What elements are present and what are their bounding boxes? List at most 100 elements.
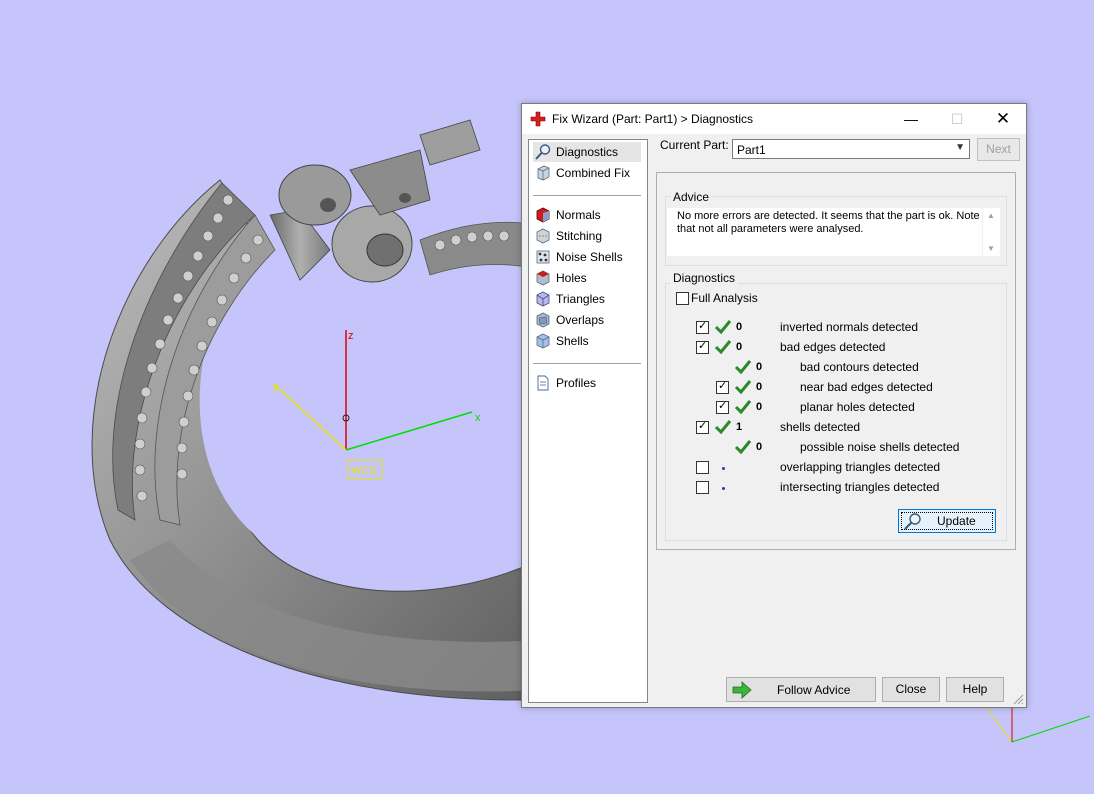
sidebar-item-stitching[interactable]: Stitching [533, 226, 641, 246]
maximize-button[interactable]: ☐ [934, 104, 980, 134]
magnifier-icon [904, 513, 921, 530]
stitching-icon [536, 228, 550, 244]
advice-title: Advice [670, 190, 713, 204]
diag-count: 0 [756, 401, 763, 413]
maximize-icon: ☐ [950, 111, 964, 127]
axis-y-label: y [273, 381, 279, 393]
close-button[interactable]: Close [882, 677, 940, 702]
sidebar-item-holes[interactable]: Holes [533, 268, 641, 288]
close-icon: ✕ [995, 109, 1011, 128]
planar-holes-checkbox[interactable]: ✓ [716, 400, 729, 414]
minimize-icon: — [904, 111, 918, 127]
close-label: Close [895, 682, 927, 696]
ok-check-icon [734, 440, 752, 455]
diag-count: 1 [736, 421, 743, 433]
resize-grip-icon[interactable] [1012, 693, 1024, 705]
help-label: Help [962, 682, 988, 696]
follow-advice-button[interactable]: Follow Advice [726, 677, 876, 702]
ok-check-icon [714, 340, 732, 355]
ring-model [91, 119, 541, 701]
sidebar-item-combined-fix[interactable]: Combined Fix [533, 163, 641, 183]
chevron-down-icon: ▼ [955, 142, 965, 153]
sidebar-item-normals[interactable]: Normals [533, 205, 641, 225]
diag-label: shells detected [780, 420, 861, 434]
next-button-label: Next [986, 142, 1011, 156]
view-triad [984, 705, 1091, 743]
triangles-icon [536, 291, 550, 307]
diag-row-overlapping-triangles: overlapping triangles detected [522, 457, 1026, 477]
cube-icon [537, 165, 550, 181]
diag-count: 0 [756, 361, 763, 373]
intersecting-triangles-checkbox[interactable] [696, 481, 709, 494]
current-part-label: Current Part: [660, 138, 729, 152]
diag-row-inverted-normals: ✓ 0 inverted normals detected [522, 317, 1026, 337]
update-button[interactable]: Update [898, 509, 996, 533]
next-button[interactable]: Next [977, 138, 1020, 161]
diag-label: near bad edges detected [800, 380, 933, 394]
full-analysis-label: Full Analysis [691, 291, 758, 305]
near-bad-edges-checkbox[interactable]: ✓ [716, 380, 729, 394]
advice-scrollbar[interactable]: ▲ ▼ [982, 208, 1000, 256]
ok-check-icon [714, 420, 732, 435]
diag-label: bad contours detected [800, 360, 919, 374]
arrow-right-icon [732, 681, 752, 699]
ok-check-icon [734, 380, 752, 395]
pending-dot-icon [722, 467, 725, 470]
advice-text: No more errors are detected. It seems th… [677, 210, 980, 235]
full-analysis-checkbox[interactable] [676, 292, 689, 305]
minimize-button[interactable]: — [888, 104, 934, 134]
sidebar-item-label: Holes [556, 271, 587, 285]
holes-icon [536, 270, 550, 286]
diag-row-intersecting-triangles: intersecting triangles detected [522, 477, 1026, 497]
sidebar-item-label: Normals [556, 208, 601, 222]
noise-shells-icon [536, 250, 550, 264]
diagnostics-title: Diagnostics [670, 271, 739, 285]
diag-label: intersecting triangles detected [780, 480, 940, 494]
dialog-title: Fix Wizard (Part: Part1) > Diagnostics [552, 112, 754, 126]
fix-wizard-icon [530, 111, 546, 127]
sidebar-item-label: Diagnostics [556, 145, 619, 159]
sidebar-item-diagnostics[interactable]: Diagnostics [533, 142, 641, 162]
diag-row-near-bad-edges: ✓ 0 near bad edges detected [522, 377, 1026, 397]
pending-dot-icon [722, 487, 725, 490]
advice-textbox[interactable]: No more errors are detected. It seems th… [667, 208, 1000, 256]
current-part-select[interactable]: Part1 ▼ [732, 139, 970, 159]
diag-count: 0 [756, 441, 763, 453]
close-window-button[interactable]: ✕ [980, 104, 1026, 134]
bad-edges-checkbox[interactable]: ✓ [696, 340, 709, 354]
inverted-normals-checkbox[interactable]: ✓ [696, 320, 709, 334]
diag-label: bad edges detected [780, 340, 886, 354]
diag-label: inverted normals detected [780, 320, 919, 334]
diag-row-shells: ✓ 1 shells detected [522, 417, 1026, 437]
follow-advice-label: Follow Advice [777, 683, 851, 697]
scroll-down-icon: ▼ [987, 244, 995, 253]
sidebar-divider [533, 195, 641, 196]
diag-label: planar holes detected [800, 400, 915, 414]
diag-count: 0 [756, 381, 763, 393]
sidebar-item-label: Stitching [556, 229, 603, 243]
magnifier-icon [535, 144, 551, 160]
sidebar-item-triangles[interactable]: Triangles [533, 289, 641, 309]
current-part-value: Part1 [737, 143, 766, 157]
wcs-label: WCS [351, 465, 377, 477]
diag-count: 0 [736, 341, 743, 353]
diag-label: overlapping triangles detected [780, 460, 941, 474]
diag-row-bad-contours: 0 bad contours detected [522, 357, 1026, 377]
sidebar-item-label: Combined Fix [556, 166, 631, 180]
ok-check-icon [734, 400, 752, 415]
sidebar-item-noise-shells[interactable]: Noise Shells [533, 247, 641, 267]
title-bar[interactable]: Fix Wizard (Part: Part1) > Diagnostics —… [522, 104, 1026, 134]
axis-z-label: z [348, 330, 354, 342]
ok-check-icon [714, 320, 732, 335]
scroll-up-icon: ▲ [987, 211, 995, 220]
diag-row-noise-shells: 0 possible noise shells detected [522, 437, 1026, 457]
sidebar-item-label: Triangles [556, 292, 605, 306]
diag-row-bad-edges: ✓ 0 bad edges detected [522, 337, 1026, 357]
help-button[interactable]: Help [946, 677, 1004, 702]
axis-x-label: x [475, 412, 481, 424]
sidebar-item-label: Noise Shells [556, 250, 623, 264]
normals-icon [536, 207, 550, 223]
overlapping-triangles-checkbox[interactable] [696, 461, 709, 474]
shells-checkbox[interactable]: ✓ [696, 420, 709, 434]
diag-count: 0 [736, 321, 743, 333]
